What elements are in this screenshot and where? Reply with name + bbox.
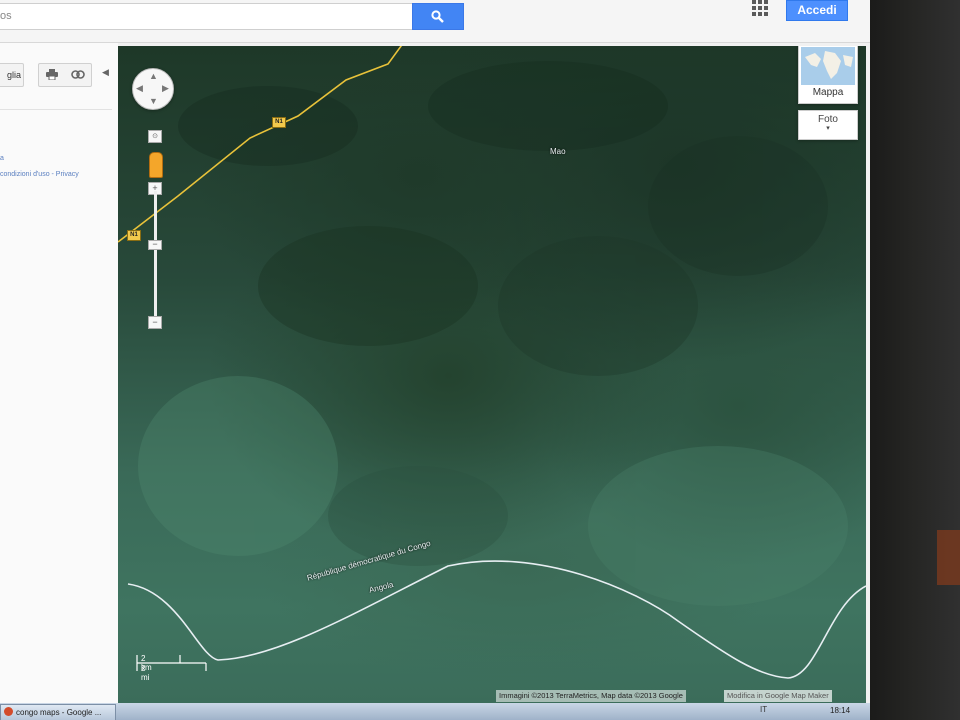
search-button[interactable]: [412, 3, 464, 30]
photo-label: Foto: [817, 114, 838, 125]
pan-control-icon[interactable]: ▲ ▼ ◀ ▶: [132, 68, 174, 110]
clock[interactable]: 18:14: [830, 706, 850, 715]
search-input-value: os: [0, 10, 12, 22]
map-type-toggle[interactable]: Mappa: [798, 46, 858, 104]
print-link-group: [38, 63, 92, 87]
terms-privacy-links[interactable]: condizioni d'uso - Privacy: [0, 171, 79, 178]
link-icon[interactable]: [71, 70, 85, 79]
monitor-bezel: [870, 0, 960, 720]
zoom-slider-handle[interactable]: −: [148, 240, 162, 250]
signin-button[interactable]: Accedi: [786, 0, 848, 21]
zoom-slider-track[interactable]: [154, 191, 157, 323]
browser-icon: [4, 707, 13, 716]
chevron-down-icon: ▾: [826, 125, 830, 132]
map-toggle-label: Mappa: [812, 87, 844, 98]
photo-dropdown[interactable]: Foto ▾: [798, 110, 858, 140]
satellite-map[interactable]: N1 N1 Mao République démocratique du Con…: [118, 46, 866, 706]
chevron-left-icon[interactable]: ◀: [102, 67, 109, 78]
taskbar-item-label: congo maps - Google ...: [16, 708, 102, 717]
map-thumbnail: [801, 47, 855, 85]
left-panel-link[interactable]: a: [0, 155, 4, 162]
printer-icon[interactable]: [46, 69, 58, 80]
system-tray[interactable]: IT: [760, 705, 767, 714]
grid-apps-icon[interactable]: [752, 0, 768, 16]
background-light: [937, 530, 960, 585]
left-panel: glia ◀ a condizioni d'uso - Privacy: [0, 43, 118, 703]
taskbar: congo maps - Google ... IT 18:14: [0, 703, 870, 720]
browser-screen: os Accedi glia ◀ a condizioni d'uso - Pr…: [0, 0, 870, 720]
top-bar: os Accedi: [0, 0, 870, 43]
left-panel-action-button[interactable]: glia: [0, 63, 24, 87]
map-copyright: Immagini ©2013 TerraMetrics, Map data ©2…: [496, 690, 686, 702]
map-maker-link[interactable]: Modifica in Google Map Maker: [724, 690, 832, 702]
world-map-icon: [805, 51, 853, 79]
compass-icon[interactable]: ⊙: [148, 130, 162, 143]
magnifier-icon: [431, 10, 444, 23]
taskbar-browser-item[interactable]: congo maps - Google ...: [0, 704, 116, 720]
zoom-out-button[interactable]: −: [148, 316, 162, 329]
scale-imperial-label: 2 mi: [141, 664, 150, 682]
road-shield-n1: N1: [272, 117, 286, 128]
town-label-mao[interactable]: Mao: [550, 147, 566, 156]
road-shield-n1-lower: N1: [127, 230, 141, 241]
map-overlay: [118, 46, 866, 679]
pegman-icon[interactable]: [149, 152, 163, 178]
left-panel-divider: [0, 109, 112, 110]
search-input[interactable]: os: [0, 3, 413, 30]
